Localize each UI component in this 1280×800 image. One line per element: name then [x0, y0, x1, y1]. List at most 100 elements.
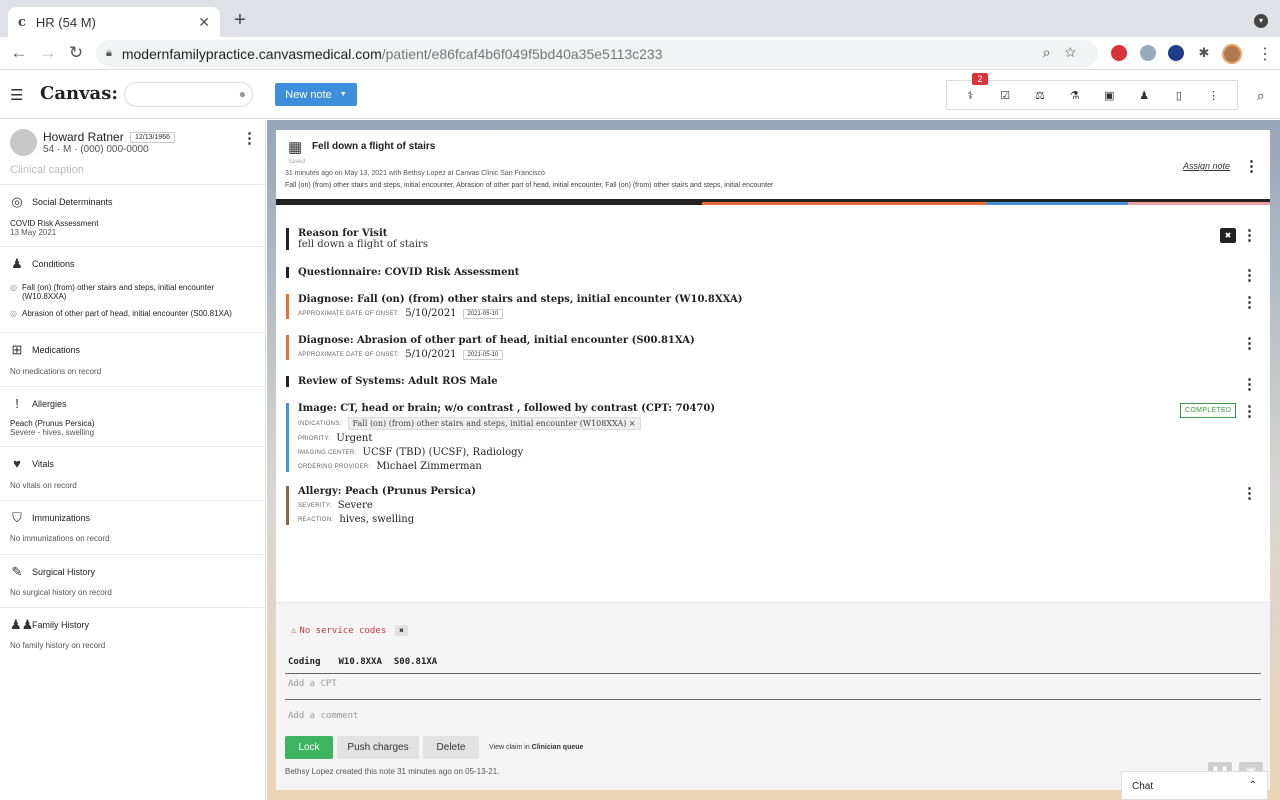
reload-icon[interactable]: ↻: [66, 43, 86, 63]
new-note-button[interactable]: New note ▼: [275, 83, 357, 106]
sd-line2: 13 May 2021: [10, 228, 57, 237]
ordering-provider-label: ORDERING PROVIDER:: [298, 463, 371, 470]
browser-tab[interactable]: c HR (54 M) ✕: [8, 7, 220, 37]
delete-button[interactable]: Delete: [423, 736, 479, 759]
zoom-and-bookmark-icons[interactable]: ⌕☆: [1043, 44, 1090, 61]
back-icon[interactable]: ←: [9, 43, 29, 63]
family-history-empty: No family history on record: [10, 641, 106, 650]
dismiss-icon[interactable]: ✖: [395, 625, 408, 636]
search-icon[interactable]: ⌕: [1257, 88, 1264, 104]
user-icon[interactable]: ♟: [1134, 89, 1154, 102]
code-chip[interactable]: W10.8XXA: [339, 657, 382, 667]
note-title[interactable]: Fell down a flight of stairs: [312, 141, 435, 152]
diagnose-item[interactable]: Diagnose: Abrasion of other part of head…: [286, 335, 1246, 360]
tab-search-icon[interactable]: ▾: [1254, 14, 1268, 28]
section-allergies[interactable]: ! Allergies Peach (Prunus Persica) Severe…: [0, 386, 266, 446]
created-by-text: Bethsy Lopez created this note 31 minute…: [285, 767, 500, 776]
lab-flask-icon[interactable]: ⚗: [1065, 89, 1085, 102]
patient-more-icon[interactable]: ⋮: [242, 129, 257, 147]
indication-chip[interactable]: Fall (on) (from) other stairs and steps,…: [347, 417, 641, 430]
section-family-history[interactable]: ♟♟ Family History No family history on re…: [0, 607, 266, 667]
allergy-item[interactable]: Allergy: Peach (Prunus Persica) SEVERITY…: [286, 486, 1246, 525]
vitals-empty: No vitals on record: [10, 481, 77, 490]
assign-note-link[interactable]: Assign note: [1183, 161, 1230, 171]
section-surgical-history[interactable]: ✎ Surgical History No surgical history on…: [0, 554, 266, 607]
section-title: Allergies: [32, 398, 67, 409]
note-card: ▦ Fell down a flight of stairs Saved 31 …: [276, 130, 1270, 790]
extension-blue-icon[interactable]: [1168, 45, 1184, 61]
browser-tab-bar: c HR (54 M) ✕ + ▾: [0, 0, 1280, 37]
close-tab-icon[interactable]: ✕: [198, 14, 210, 31]
url-field[interactable]: 🔒︎ modernfamilypractice.canvasmedical.co…: [96, 40, 1098, 67]
add-comment-input[interactable]: Add a comment: [288, 711, 358, 721]
ros-item[interactable]: Review of Systems: Adult ROS Male: [286, 376, 1246, 387]
forward-icon[interactable]: →: [38, 43, 58, 63]
patient-search-input[interactable]: ●: [124, 82, 253, 107]
medkit-icon: ⊞: [11, 342, 23, 357]
coding-row: Coding W10.8XXA S00.81XA: [288, 657, 437, 667]
reason-for-visit[interactable]: Reason for Visit fell down a flight of s…: [286, 228, 1246, 250]
severity-value: Severe: [337, 500, 373, 511]
section-title: Immunizations: [32, 513, 91, 523]
ordering-provider-value: Michael Zimmerman: [376, 461, 482, 472]
lock-button[interactable]: Lock: [285, 736, 333, 759]
onset-value: 5/10/2021: [405, 349, 457, 360]
section-conditions[interactable]: ♟ Conditions ◎ Fall (on) (from) other stai…: [0, 246, 266, 332]
extension-gray-icon[interactable]: [1140, 45, 1156, 61]
severity-label: SEVERITY:: [298, 502, 332, 509]
extensions-puzzle-icon[interactable]: ✱: [1196, 45, 1212, 61]
ros-heading: Review of Systems: Adult ROS Male: [298, 376, 498, 387]
syringe-icon: ✎: [11, 564, 23, 579]
scale-icon[interactable]: ⚖: [1030, 89, 1050, 102]
questionnaire-item[interactable]: Questionnaire: COVID Risk Assessment: [286, 267, 1246, 278]
allergy-detail: Severe - hives, swelling: [10, 428, 95, 437]
note-progress-bar: [276, 202, 1270, 205]
section-medications[interactable]: ⊞ Medications No medications on record: [0, 332, 266, 386]
document-icon[interactable]: ▯: [1169, 89, 1189, 102]
priority-label: PRIORITY:: [298, 435, 331, 442]
section-vitals[interactable]: ♥ Vitals No vitals on record: [0, 446, 266, 500]
chat-widget[interactable]: Chat ⌃: [1121, 771, 1268, 800]
browser-menu-icon[interactable]: ⋮: [1257, 44, 1273, 64]
image-order-item[interactable]: Image: CT, head or brain; w/o contrast ,…: [286, 403, 1246, 472]
browser-profile-avatar[interactable]: [1222, 44, 1242, 64]
diagnose-item[interactable]: Diagnose: Fall (on) (from) other stairs …: [286, 294, 1246, 319]
reason-text: fell down a flight of stairs: [298, 239, 428, 250]
lock-icon: 🔒︎: [106, 47, 112, 59]
push-charges-button[interactable]: Push charges: [337, 736, 419, 759]
url-path: /patient/e86fcaf4b6f049f5bd40a35e5113c23…: [381, 45, 663, 62]
section-title: Vitals: [32, 458, 54, 469]
new-tab-icon[interactable]: +: [230, 9, 250, 32]
task-check-icon[interactable]: ☑: [995, 89, 1015, 102]
hamburger-menu-icon[interactable]: ☰: [10, 86, 23, 104]
note-meta: 31 minutes ago on May 13, 2021 with Beth…: [285, 170, 545, 177]
address-bar: ← → ↻ 🔒︎ modernfamilypractice.canvasmedi…: [0, 37, 1280, 70]
note-more-icon[interactable]: ⋮: [1244, 157, 1259, 175]
view-claim-text: View claim in Clinician queue: [489, 744, 583, 751]
reaction-label: REACTION:: [298, 516, 334, 523]
note-diagnoses-summary: Fall (on) (from) other stairs and steps,…: [285, 182, 774, 189]
extension-red-icon[interactable]: [1111, 45, 1127, 61]
section-immunizations[interactable]: ⛉ Immunizations No immunizations on recor…: [0, 500, 266, 554]
new-note-label: New note: [285, 88, 332, 101]
section-title: Family History: [32, 620, 90, 630]
caduceus-icon[interactable]: ⚕: [960, 89, 980, 102]
users-icon: ♟♟: [10, 617, 34, 632]
canvas-logo: Canvas:: [40, 83, 118, 104]
add-cpt-input[interactable]: Add a CPT: [288, 679, 337, 689]
billing-actions: Lock Push charges Delete View claim in C…: [285, 736, 583, 759]
save-status: Saved: [288, 159, 306, 165]
condition-item[interactable]: ◎ Abrasion of other part of head, initial…: [10, 309, 256, 318]
patient-sidebar: Howard Ratner 12/13/1966 54 · M · (000) …: [0, 120, 266, 800]
clinician-queue-link[interactable]: Clinician queue: [532, 744, 584, 751]
patient-demographics: 54 · M · (000) 000-0000: [43, 144, 149, 155]
image-heading: Image: CT, head or brain; w/o contrast ,…: [298, 403, 716, 414]
code-chip[interactable]: S00.81XA: [394, 657, 437, 667]
clinical-caption-input[interactable]: Clinical caption: [10, 164, 84, 176]
more-options-icon[interactable]: ⋮: [1204, 89, 1224, 102]
patient-name[interactable]: Howard Ratner: [43, 130, 124, 144]
image-icon[interactable]: ▣: [1099, 89, 1119, 102]
onset-chip: 2021-05-10: [462, 349, 504, 360]
condition-item[interactable]: ◎ Fall (on) (from) other stairs and steps…: [10, 283, 256, 301]
section-social-determinants[interactable]: ◎ Social Determinants COVID Risk Assessme…: [0, 184, 266, 246]
